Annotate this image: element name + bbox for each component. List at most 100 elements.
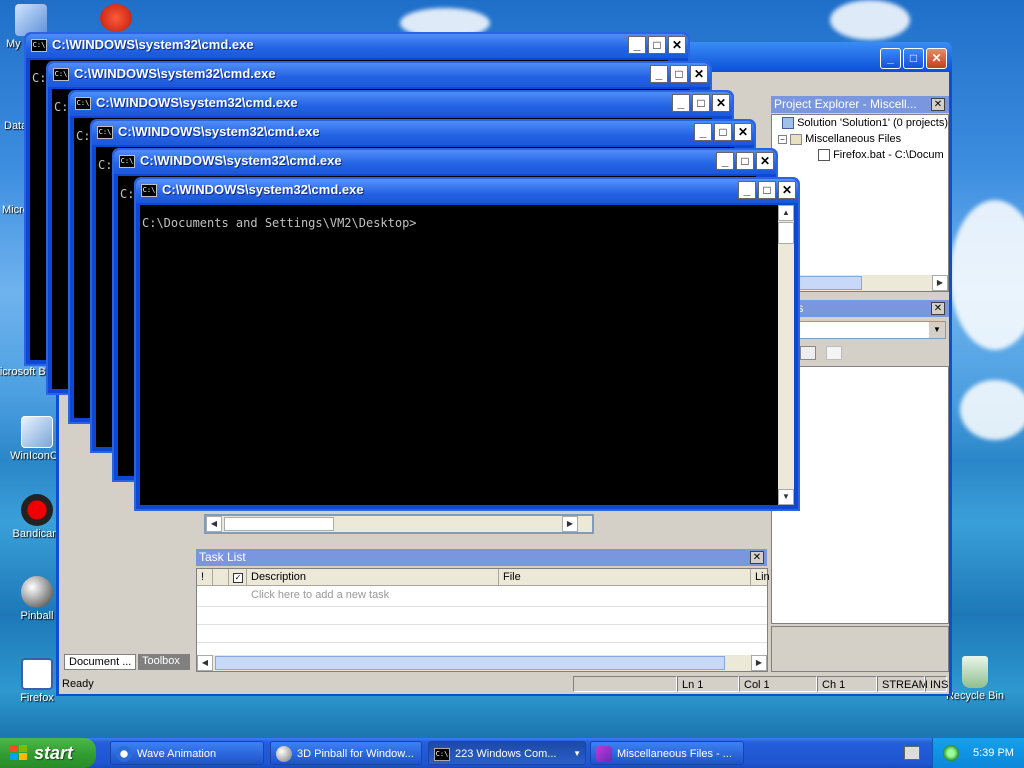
- pinball-icon: [21, 576, 53, 608]
- task-list-close-button[interactable]: ✕: [750, 551, 764, 564]
- row-divider: [197, 606, 767, 607]
- console-text: C:: [76, 129, 91, 143]
- maximize-button[interactable]: □: [758, 181, 776, 199]
- column-description[interactable]: Description: [247, 569, 499, 586]
- task-list-header: ! ✓ Description File Lin: [197, 569, 770, 586]
- checkbox-icon: ✓: [233, 573, 243, 583]
- close-button[interactable]: ✕: [926, 48, 947, 69]
- cmd-titlebar[interactable]: C:\ C:\WINDOWS\system32\cmd.exe _ □ ✕: [92, 121, 754, 145]
- maximize-button[interactable]: □: [903, 48, 924, 69]
- system-tray: 5:39 PM: [932, 738, 1024, 768]
- visual-studio-icon: [596, 746, 612, 762]
- cmd-vscrollbar[interactable]: ▲ ▼: [778, 205, 794, 505]
- keyboard-icon[interactable]: [904, 746, 920, 760]
- scroll-thumb[interactable]: [778, 222, 794, 244]
- scroll-thumb[interactable]: [224, 517, 334, 531]
- taskbar-button-misc-files[interactable]: Miscellaneous Files - ...: [590, 741, 744, 765]
- cmd-titlebar[interactable]: C:\ C:\WINDOWS\system32\cmd.exe _ □ ✕: [26, 34, 688, 58]
- cmd-icon: C:\: [31, 39, 47, 52]
- project-explorer-close-button[interactable]: ✕: [931, 98, 945, 111]
- maximize-button[interactable]: □: [670, 65, 688, 83]
- image-icon: [21, 416, 53, 448]
- close-button[interactable]: ✕: [778, 181, 796, 199]
- taskbar-button-wave-animation[interactable]: Wave Animation: [110, 741, 264, 765]
- scroll-right-arrow[interactable]: ▶: [751, 655, 767, 671]
- cmd-window-active[interactable]: C:\ C:\WINDOWS\system32\cmd.exe _ □ ✕ C:…: [134, 177, 800, 511]
- cmd-icon: C:\: [434, 748, 450, 761]
- chevron-down-icon[interactable]: ▼: [929, 322, 945, 338]
- row-divider: [197, 642, 767, 643]
- scroll-thumb[interactable]: [215, 656, 725, 670]
- tab-toolbox[interactable]: Toolbox: [138, 654, 190, 670]
- collapse-icon[interactable]: −: [778, 134, 787, 144]
- status-stream: STREAM: [877, 676, 928, 692]
- cloud: [830, 0, 910, 40]
- taskbar-button-pinball[interactable]: 3D Pinball for Window...: [270, 741, 422, 765]
- tree-item-misc-files[interactable]: − Miscellaneous Files: [778, 133, 901, 145]
- scroll-thumb[interactable]: [792, 276, 862, 290]
- scroll-left-arrow[interactable]: ◀: [197, 655, 213, 671]
- categorized-icon[interactable]: [800, 346, 816, 360]
- column-file[interactable]: File: [499, 569, 751, 586]
- minimize-button[interactable]: _: [694, 123, 712, 141]
- maximize-button[interactable]: □: [648, 36, 666, 54]
- cloud: [950, 200, 1024, 350]
- close-button[interactable]: ✕: [756, 152, 774, 170]
- status-bar: Ready Ln 1 Col 1 Ch 1 STREAM INS: [59, 674, 949, 694]
- column-type[interactable]: [213, 569, 229, 586]
- maximize-button[interactable]: □: [692, 94, 710, 112]
- cmd-icon: C:\: [119, 155, 135, 168]
- taskbar-button-windows-command-group[interactable]: C:\ 223 Windows Com... ▼: [428, 741, 586, 765]
- start-button[interactable]: start: [0, 738, 96, 768]
- cmd-console[interactable]: C:\Documents and Settings\VM2\Desktop>: [140, 205, 778, 505]
- minimize-button[interactable]: _: [628, 36, 646, 54]
- taskbar: start Wave Animation 3D Pinball for Wind…: [0, 738, 1024, 768]
- cmd-titlebar[interactable]: C:\ C:\WINDOWS\system32\cmd.exe _ □ ✕: [114, 150, 776, 174]
- close-button[interactable]: ✕: [668, 36, 686, 54]
- close-button[interactable]: ✕: [734, 123, 752, 141]
- tab-document[interactable]: Document ...: [64, 654, 136, 670]
- editor-hscrollbar[interactable]: ◀ ▶: [204, 514, 594, 534]
- cmd-titlebar[interactable]: C:\ C:\WINDOWS\system32\cmd.exe _ □ ✕: [48, 63, 710, 87]
- row-divider: [197, 624, 767, 625]
- minimize-button[interactable]: _: [738, 181, 756, 199]
- tree-item-solution[interactable]: Solution 'Solution1' (0 projects): [782, 117, 949, 130]
- close-button[interactable]: ✕: [690, 65, 708, 83]
- cmd-titlebar[interactable]: C:\ C:\WINDOWS\system32\cmd.exe _ □ ✕: [136, 179, 798, 203]
- column-priority[interactable]: !: [197, 569, 213, 586]
- properties-close-button[interactable]: ✕: [931, 302, 945, 315]
- clock[interactable]: 5:39 PM: [973, 747, 1014, 759]
- folder-icon: [790, 133, 803, 145]
- cmd-titlebar[interactable]: C:\ C:\WINDOWS\system32\cmd.exe _ □ ✕: [70, 92, 732, 116]
- column-checked[interactable]: ✓: [229, 569, 247, 586]
- console-text: C:: [120, 187, 135, 201]
- add-task-placeholder[interactable]: Click here to add a new task: [251, 589, 389, 601]
- property-pages-icon[interactable]: [826, 346, 842, 360]
- scroll-up-arrow[interactable]: ▲: [778, 205, 794, 221]
- minimize-button[interactable]: _: [650, 65, 668, 83]
- task-list-hscrollbar[interactable]: ◀ ▶: [197, 655, 767, 671]
- scroll-left-arrow[interactable]: ◀: [206, 516, 222, 532]
- task-list-title: Task List: [196, 549, 767, 566]
- status-ins: INS: [925, 676, 948, 692]
- file-icon: [818, 149, 830, 162]
- project-explorer-title: Project Explorer - Miscell...: [771, 96, 949, 113]
- status-blank: [573, 676, 677, 692]
- minimize-button[interactable]: _: [880, 48, 901, 69]
- maximize-button[interactable]: □: [736, 152, 754, 170]
- tree-label: Solution 'Solution1' (0 projects): [797, 117, 949, 129]
- tree-item-firefox-bat[interactable]: Firefox.bat - C:\Docum: [818, 149, 944, 162]
- scroll-down-arrow[interactable]: ▼: [778, 489, 794, 505]
- minimize-button[interactable]: _: [672, 94, 690, 112]
- column-line[interactable]: Lin: [751, 569, 770, 586]
- maximize-button[interactable]: □: [714, 123, 732, 141]
- close-button[interactable]: ✕: [712, 94, 730, 112]
- cmd-icon: C:\: [53, 68, 69, 81]
- console-text: C:: [32, 71, 47, 85]
- tray-app-icon[interactable]: [943, 745, 959, 761]
- flash-icon[interactable]: [100, 4, 132, 32]
- scroll-right-arrow[interactable]: ▶: [932, 275, 948, 291]
- scroll-right-arrow[interactable]: ▶: [562, 516, 578, 532]
- minimize-button[interactable]: _: [716, 152, 734, 170]
- cmd-title: C:\WINDOWS\system32\cmd.exe: [118, 124, 320, 139]
